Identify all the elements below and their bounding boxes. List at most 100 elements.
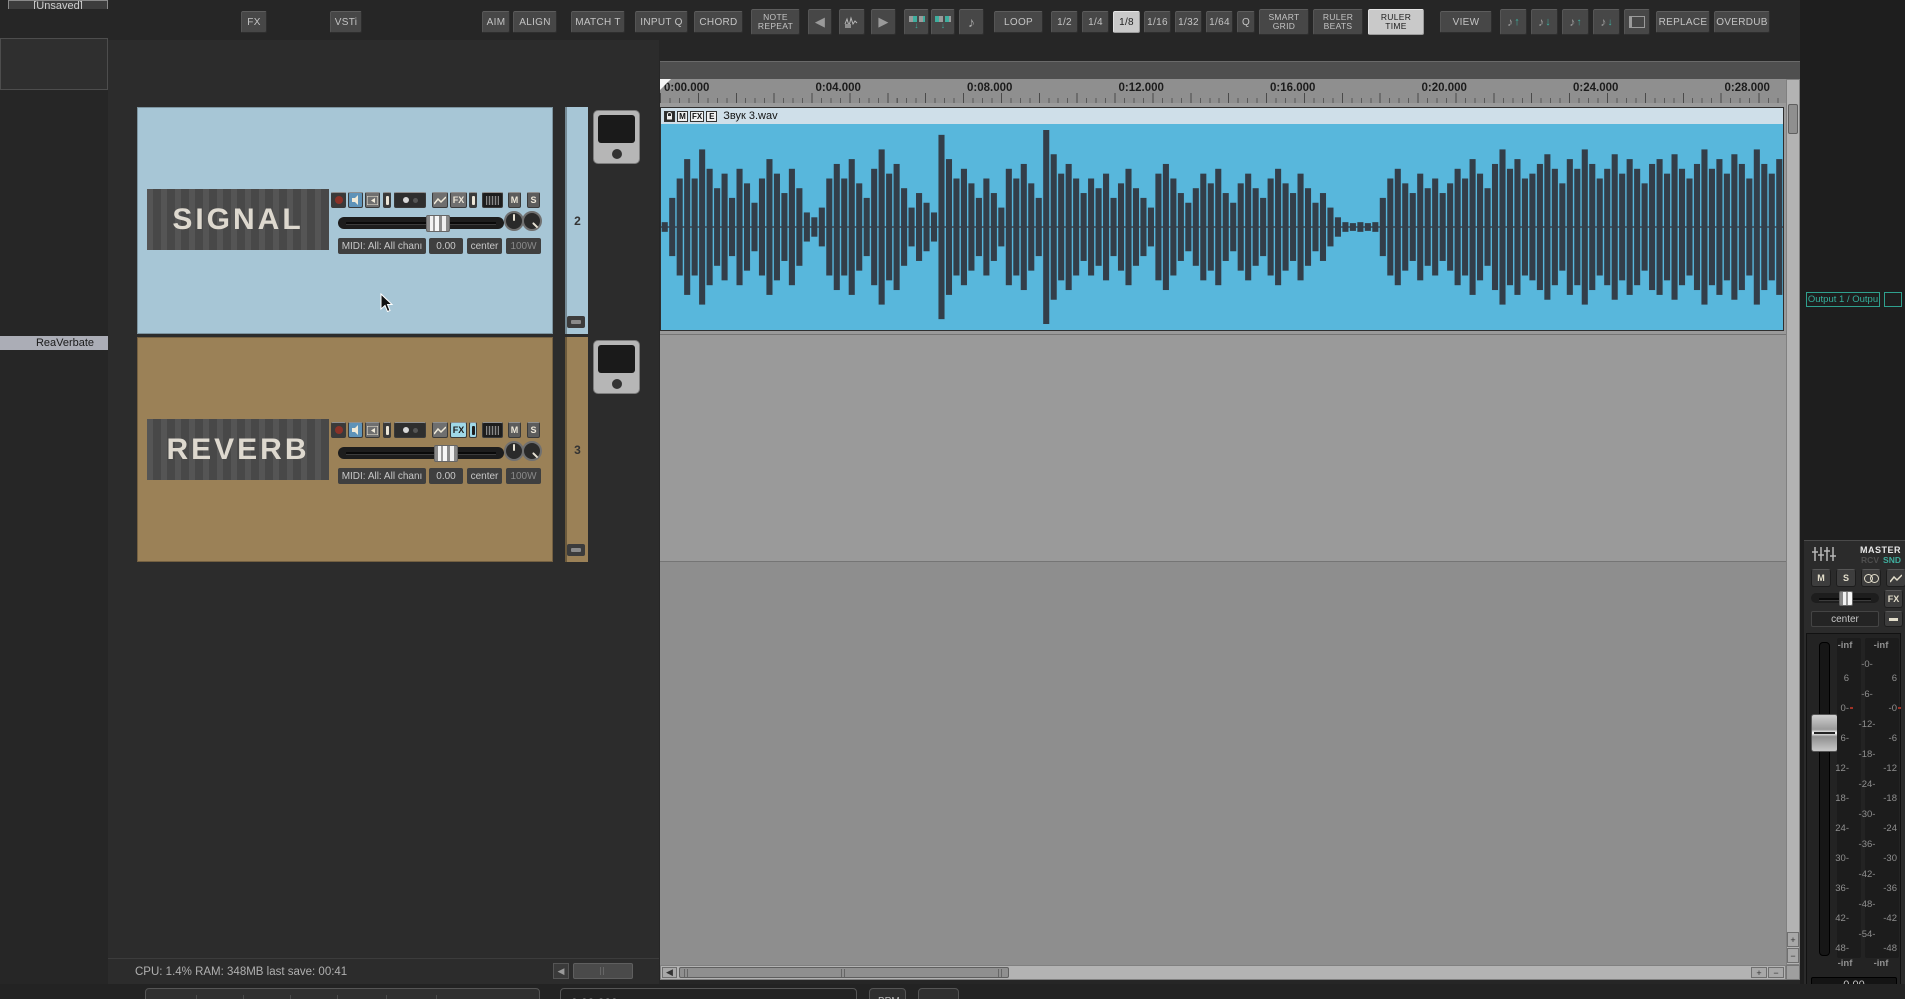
input-monitor-button[interactable] xyxy=(365,192,380,208)
grid-paste2-button[interactable]: ↓ xyxy=(931,9,955,35)
grid-division-1-4[interactable]: 1/4 xyxy=(1082,11,1109,33)
media-item[interactable]: M FX E Звук 3.wav xyxy=(660,107,1784,331)
mute-button[interactable]: M xyxy=(508,422,521,438)
master-solo-button[interactable]: S xyxy=(1836,569,1856,587)
envelope-button[interactable] xyxy=(432,422,448,438)
loop-button[interactable]: LOOP xyxy=(994,11,1043,33)
width-readout[interactable]: 100W xyxy=(506,238,541,254)
note-tool-button[interactable]: ♪ xyxy=(959,9,984,35)
toolbar-aim-button[interactable]: AIM xyxy=(482,11,510,33)
track-fx-button-active[interactable]: FX xyxy=(450,422,467,438)
grid-division-1-16[interactable]: 1/16 xyxy=(1144,11,1171,33)
octave-up-button[interactable]: ♪ ↑ xyxy=(1562,9,1589,35)
item-edit-badge[interactable]: E xyxy=(706,110,718,122)
solo-button[interactable]: S xyxy=(527,422,540,438)
transport-time-display[interactable]: 0:00.000 xyxy=(560,988,857,999)
smart-grid-button[interactable]: SMART GRID xyxy=(1259,9,1309,35)
media-item-header[interactable]: M FX E Звук 3.wav xyxy=(661,108,1783,124)
nav-prev-button[interactable]: ◀ xyxy=(808,9,832,35)
transpose-up-button[interactable]: ♪ ↑ xyxy=(1500,9,1527,35)
mute-button[interactable]: M xyxy=(508,192,521,208)
nav-next-button[interactable]: ▶ xyxy=(871,9,896,35)
width-knob[interactable] xyxy=(522,441,542,461)
item-lock-badge[interactable] xyxy=(664,110,675,122)
item-mute-badge[interactable]: M xyxy=(677,110,688,122)
replace-button[interactable]: REPLACE xyxy=(1656,11,1710,33)
phase-button[interactable] xyxy=(383,192,391,208)
grid-division-1-8[interactable]: 1/8 xyxy=(1113,11,1140,33)
toolbar-fx-button[interactable]: FX xyxy=(241,11,267,33)
fx-bypass-pipe-button[interactable] xyxy=(469,192,477,208)
track-name-label[interactable]: REVERB xyxy=(147,419,329,480)
vzoom-out-button[interactable]: − xyxy=(1787,948,1799,963)
vscrollbar-handle[interactable] xyxy=(1788,104,1798,134)
meter-knob[interactable] xyxy=(611,379,622,389)
width-readout[interactable]: 100W xyxy=(506,468,541,484)
quantize-button[interactable]: Q xyxy=(1237,11,1255,33)
hzoom-in-button[interactable]: + xyxy=(1751,967,1767,978)
edit-cursor[interactable] xyxy=(660,79,671,90)
ruler-beats-button[interactable]: RULER BEATS xyxy=(1313,9,1363,35)
track-meter-widget[interactable] xyxy=(593,110,640,164)
master-mute-button[interactable]: M xyxy=(1811,569,1831,587)
midi-input-box[interactable]: MIDI: All: All chanı xyxy=(338,238,426,254)
toolbar-align-button[interactable]: ALIGN xyxy=(513,11,557,33)
master-envelope-button[interactable] xyxy=(1886,569,1905,587)
toolbar-inputq-button[interactable]: INPUT Q xyxy=(635,11,688,33)
ruler-time-button[interactable]: RULER TIME xyxy=(1368,9,1424,35)
envelope-button[interactable] xyxy=(432,192,448,208)
pan-readout[interactable]: center xyxy=(467,468,502,484)
volume-slider[interactable] xyxy=(338,215,504,232)
mini-fader-widget[interactable] xyxy=(482,422,503,438)
waveform-tool-button[interactable] xyxy=(839,9,865,35)
mixer-view-icon[interactable] xyxy=(1812,547,1836,561)
view-button[interactable]: VIEW xyxy=(1440,11,1492,33)
midi-input-box[interactable]: MIDI: All: All chanı xyxy=(338,468,426,484)
grid-paste-button[interactable]: ↓ xyxy=(904,9,929,35)
hscrollbar-handle[interactable] xyxy=(679,967,1009,978)
overdub-button[interactable]: OVERDUB xyxy=(1714,11,1770,33)
master-meter[interactable]: -inf -inf -0- -6- -12- -18- -24- -30- -36- -42- -4… xyxy=(1806,633,1901,999)
record-arm-button[interactable] xyxy=(331,422,346,438)
master-pan-slider[interactable] xyxy=(1811,591,1879,606)
input-select-button[interactable] xyxy=(394,422,426,438)
input-select-button[interactable] xyxy=(394,192,426,208)
item-fx-badge[interactable]: FX xyxy=(690,110,705,122)
monitor-button[interactable] xyxy=(348,422,363,438)
project-tab[interactable]: [Unsaved] xyxy=(8,0,108,9)
track-lane-reverb[interactable] xyxy=(660,335,1786,562)
width-knob[interactable] xyxy=(522,211,542,231)
toolbar-note-repeat-button[interactable]: NOTE REPEAT xyxy=(751,9,800,35)
mini-fader-widget[interactable] xyxy=(482,192,503,208)
grid-division-1-64[interactable]: 1/64 xyxy=(1206,11,1233,33)
toolbar-match-button[interactable]: MATCH T xyxy=(571,11,625,33)
grid-division-1-32[interactable]: 1/32 xyxy=(1175,11,1202,33)
transpose-down-button[interactable]: ♪ ↓ xyxy=(1531,9,1558,35)
meter-knob[interactable] xyxy=(611,149,622,159)
phase-button[interactable] xyxy=(383,422,391,438)
master-fx-button[interactable]: FX xyxy=(1884,590,1903,608)
volume-readout[interactable]: 0.00 xyxy=(429,238,463,254)
output-route-extra-box[interactable] xyxy=(1884,292,1902,307)
master-title[interactable]: MASTER xyxy=(1860,545,1901,555)
fx-bypass-pipe-button[interactable] xyxy=(469,422,477,438)
arrange-vscrollbar[interactable]: + − xyxy=(1786,79,1800,965)
track-number-strip[interactable]: 2 xyxy=(565,107,588,334)
hzoom-out-button[interactable]: − xyxy=(1768,967,1784,978)
solo-button[interactable]: S xyxy=(527,192,540,208)
timeline-ruler[interactable]: 0:00.000 0:04.000 0:08.000 0:12.000 0:16.000… xyxy=(660,79,1786,103)
master-snd-label[interactable]: SND xyxy=(1883,555,1901,565)
master-pan-handle[interactable] xyxy=(1839,591,1853,606)
arrange-empty-area[interactable] xyxy=(660,562,1786,965)
toolbar-chord-button[interactable]: CHORD xyxy=(694,11,743,33)
pan-knob[interactable] xyxy=(504,441,524,461)
insert-section-button[interactable] xyxy=(1624,9,1650,35)
bpm-box[interactable]: BPM xyxy=(869,988,906,999)
toolbar-vsti-button[interactable]: VSTi xyxy=(330,11,362,33)
master-pan-readout[interactable]: center xyxy=(1811,611,1879,627)
hscroll-left-button[interactable]: ◀ xyxy=(662,967,677,978)
pan-knob[interactable] xyxy=(504,211,524,231)
track-panel-reverb[interactable]: REVERB FX M S MIDI: All: All chanı 0.00 … xyxy=(137,337,688,562)
track-number-strip[interactable]: 3 xyxy=(565,337,588,562)
tcp-scrollbar-handle[interactable] xyxy=(573,963,633,979)
